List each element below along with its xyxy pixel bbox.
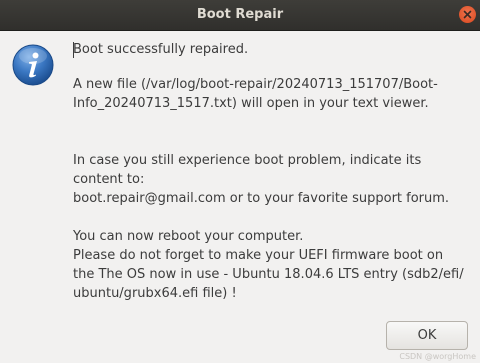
problem-notice: In case you still experience boot proble… — [73, 153, 450, 206]
reboot-notice: You can now reboot your computer. Please… — [73, 229, 464, 301]
file-notice: A new file (/var/log/boot-repair/2024071… — [73, 77, 438, 111]
window-title: Boot Repair — [196, 7, 284, 22]
title-bar: Boot Repair — [0, 0, 480, 31]
watermark: CSDN @worgHome — [399, 352, 476, 361]
close-button[interactable] — [459, 6, 476, 23]
message-area: Boot successfully repaired. A new file (… — [73, 40, 473, 303]
ok-button[interactable]: OK — [386, 321, 468, 350]
boot-repair-dialog: Boot Repair Boot successfully repaired. … — [0, 0, 480, 363]
message-heading: Boot successfully repaired. — [73, 42, 249, 57]
close-icon — [463, 10, 472, 19]
info-icon — [12, 44, 54, 86]
